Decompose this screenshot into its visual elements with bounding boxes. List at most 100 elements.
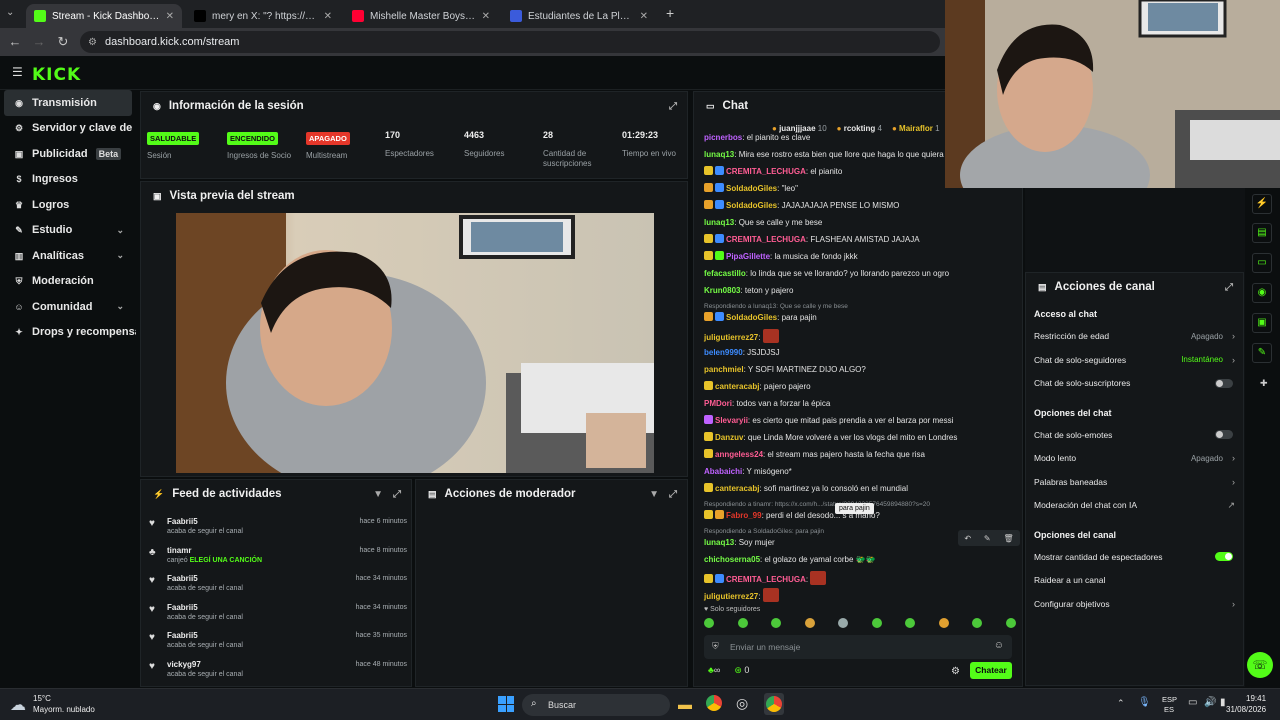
- activity-username[interactable]: vickyg97: [167, 660, 201, 669]
- expand-icon[interactable]: ⤢: [669, 101, 677, 112]
- reply-context[interactable]: Respondiendo a SoldadoGiles: para pajin: [704, 528, 824, 535]
- battery-icon[interactable]: ▮: [1220, 697, 1226, 708]
- channel-setting[interactable]: Modo lento Apagado ›: [1034, 447, 1237, 469]
- sidebar-item[interactable]: ⛨ Moderación: [0, 269, 136, 295]
- tab-close-icon[interactable]: ✕: [324, 11, 332, 22]
- quick-emote-icon[interactable]: [737, 618, 748, 628]
- filter-icon[interactable]: ▼: [373, 489, 383, 500]
- chat-username[interactable]: lunaq13: [704, 218, 734, 227]
- browser-tab[interactable]: Estudiantes de La Plata vs. New ✕: [502, 4, 656, 28]
- chat-username[interactable]: Fabro_99: [726, 511, 762, 520]
- quick-emote-icon[interactable]: [972, 618, 983, 628]
- chevron-down-icon[interactable]: ⌄: [116, 250, 124, 261]
- toggle-switch[interactable]: [1215, 552, 1233, 561]
- chat-message[interactable]: picnerbos: el pianito es clave: [704, 132, 810, 143]
- chat-message[interactable]: Slevaryii: es cierto que mitad pais pren…: [704, 414, 953, 426]
- hamburger-menu-icon[interactable]: ☰: [12, 65, 23, 79]
- reply-context[interactable]: Respondiendo a lunaq13: Que se calle y m…: [704, 303, 848, 310]
- chat-message[interactable]: canteracabj: sofi martinez ya lo consoló…: [704, 482, 908, 494]
- chat-username[interactable]: picnerbos: [704, 133, 742, 142]
- quick-emote-icon[interactable]: [771, 618, 782, 628]
- chat-message[interactable]: Krun0803: teton y pajero: [704, 285, 793, 296]
- chat-message[interactable]: panchmiel: Y SOFI MARTINEZ DIJO ALGO?: [704, 364, 866, 375]
- chevron-down-icon[interactable]: ⌄: [116, 301, 124, 312]
- chat-message[interactable]: juligutierrez27:: [704, 588, 779, 602]
- chat-username[interactable]: PMDori: [704, 399, 732, 408]
- chat-input[interactable]: ⛨ Enviar un mensaje ☺: [704, 635, 1012, 659]
- chat-username[interactable]: SoldadoGiles: [726, 184, 777, 193]
- points-icon[interactable]: ⊛ 0: [734, 665, 749, 676]
- channel-setting[interactable]: Chat de solo-emotes: [1034, 424, 1237, 446]
- windows-start-icon[interactable]: [498, 696, 514, 712]
- url-field[interactable]: ⚙ dashboard.kick.com/stream: [80, 31, 940, 53]
- quick-action-icon[interactable]: ⚡: [1252, 194, 1272, 214]
- chat-message[interactable]: CREMITA_LECHUGA: FLASHEAN AMISTAD JAJAJA: [704, 234, 920, 245]
- chat-message[interactable]: anngeless24: el stream mas pajero hasta …: [704, 448, 925, 460]
- chat-username[interactable]: juligutierrez27: [704, 333, 758, 342]
- chat-username[interactable]: SoldadoGiles: [726, 313, 777, 322]
- sidebar-item[interactable]: ▥ Analíticas ⌄: [0, 243, 136, 269]
- chat-message[interactable]: CREMITA_LECHUGA:: [704, 570, 827, 585]
- browser-tab[interactable]: Stream - Kick Dashboard ✕: [26, 4, 182, 28]
- chat-username[interactable]: Danzuv: [715, 433, 743, 442]
- chat-username[interactable]: SoldadoGiles: [726, 201, 777, 210]
- chat-message[interactable]: juligutierrez27:: [704, 329, 779, 343]
- channel-setting[interactable]: Chat de solo-suscriptores: [1034, 372, 1237, 394]
- sidebar-item[interactable]: ◉ Transmisión: [4, 90, 132, 116]
- activity-item[interactable]: ♥ Faabrii5 acaba de seguir el canal hace 6 …: [141, 514, 411, 543]
- chat-username[interactable]: panchmiel: [704, 365, 744, 374]
- channel-setting[interactable]: Mostrar cantidad de espectadores: [1034, 546, 1237, 568]
- kick-logo[interactable]: KICK: [32, 65, 81, 85]
- chat-username[interactable]: Slevaryii: [715, 416, 748, 425]
- channel-setting[interactable]: Raidear a un canal: [1034, 569, 1237, 591]
- expand-icon[interactable]: ⤢: [1225, 282, 1233, 293]
- quick-emote-icon[interactable]: [871, 618, 882, 628]
- chrome-icon[interactable]: [706, 695, 722, 711]
- activity-username[interactable]: Faabrii5: [167, 517, 198, 526]
- chat-username[interactable]: belen9990: [704, 348, 743, 357]
- quick-emote-icon[interactable]: [938, 618, 949, 628]
- chat-message[interactable]: PipaGillette: la musica de fondo jkkk: [704, 251, 858, 262]
- chat-message[interactable]: belen9990: JSJDJSJ: [704, 347, 780, 358]
- chat-username[interactable]: lunaq13: [704, 538, 734, 547]
- chat-username[interactable]: Krun0803: [704, 286, 740, 295]
- browser-tab[interactable]: mery en X: "? https://t.co/4GO ✕: [186, 4, 340, 28]
- activity-item[interactable]: ♥ vickyg97 acaba de seguir el canal hace 48…: [141, 657, 411, 686]
- weather-icon[interactable]: ☁: [10, 695, 26, 715]
- channel-setting[interactable]: Palabras baneadas ›: [1034, 471, 1237, 493]
- activity-item[interactable]: ♣ tinamr canjeó ELEGÍ UNA CANCIÓN hace 8 mi…: [141, 543, 411, 572]
- filter-icon[interactable]: ▼: [649, 489, 659, 500]
- quick-emote-icon[interactable]: [704, 618, 714, 628]
- tab-close-icon[interactable]: ✕: [482, 11, 490, 22]
- chat-username[interactable]: lunaq13: [704, 150, 734, 159]
- volume-icon[interactable]: 🔊: [1204, 697, 1216, 708]
- tools-icon[interactable]: ✎: [1252, 343, 1272, 363]
- chat-username[interactable]: fefacastillo: [704, 269, 746, 278]
- activity-username[interactable]: tinamr: [167, 546, 191, 555]
- chat-username[interactable]: CREMITA_LECHUGA: [726, 167, 806, 176]
- language-primary[interactable]: ESP: [1162, 695, 1177, 704]
- chat-message[interactable]: chichoserna05: el golazo de yamal corbe …: [704, 554, 876, 565]
- sidebar-item[interactable]: ☺ Comunidad ⌄: [0, 294, 136, 320]
- chat-message[interactable]: lunaq13: Mira ese rostro esta bien que l…: [704, 149, 944, 160]
- preview-toggle-icon[interactable]: ◉: [1252, 283, 1272, 303]
- chat-message[interactable]: Danzuv: que Linda More volveré a ver los…: [704, 431, 957, 443]
- browser-tab[interactable]: Mishelle Master Boys Ft. Jd La C ✕: [344, 4, 498, 28]
- chat-username[interactable]: Ababaichi: [704, 467, 742, 476]
- pin-icon[interactable]: ✎: [984, 534, 991, 543]
- external-link-icon[interactable]: ↗: [1227, 500, 1235, 511]
- toggle-switch[interactable]: [1215, 378, 1233, 388]
- help-chat-button[interactable]: ☏: [1247, 652, 1273, 678]
- channel-setting[interactable]: Chat de solo-seguidores Instantáneo ›: [1034, 349, 1237, 371]
- chat-message[interactable]: CREMITA_LECHUGA: el pianito: [704, 166, 842, 177]
- microphone-icon[interactable]: 🎙: [1138, 697, 1151, 708]
- sidebar-item[interactable]: ✎ Estudio ⌄: [0, 218, 136, 244]
- tab-close-icon[interactable]: ✕: [640, 11, 648, 22]
- chat-send-button[interactable]: Chatear: [970, 662, 1012, 679]
- activity-item[interactable]: ♥ Faabrii5 acaba de seguir el canal hace 34…: [141, 600, 411, 629]
- emoji-icon[interactable]: ☺: [994, 640, 1004, 651]
- delete-icon[interactable]: 🗑: [1003, 534, 1013, 543]
- network-icon[interactable]: ▭: [1188, 697, 1197, 708]
- chat-username[interactable]: chichoserna05: [704, 555, 760, 564]
- activity-toggle-icon[interactable]: ▣: [1252, 313, 1272, 333]
